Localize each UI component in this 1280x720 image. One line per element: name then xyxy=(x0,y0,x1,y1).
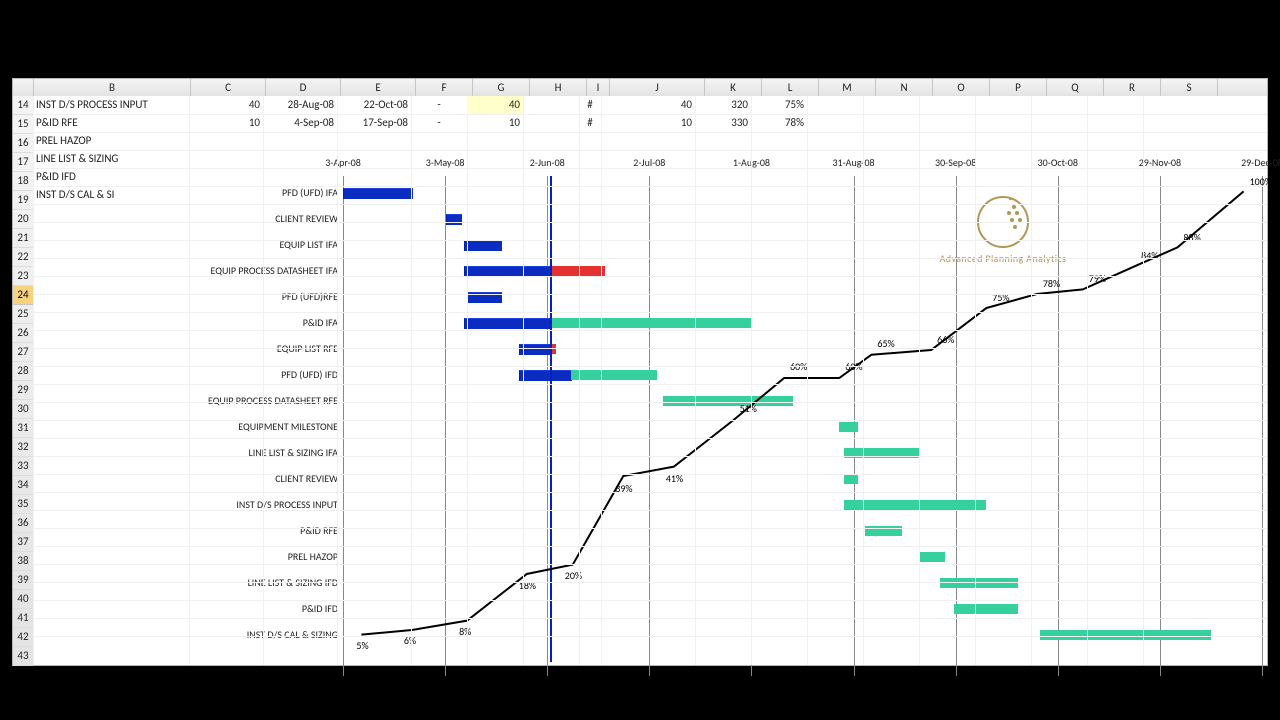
cell-F15[interactable]: - xyxy=(411,114,467,132)
cell-L14[interactable]: 75% xyxy=(751,96,807,114)
row-header-14[interactable]: 14 xyxy=(13,96,33,115)
cell-E14[interactable]: 22-Oct-08 xyxy=(337,96,411,114)
row-header-42[interactable]: 42 xyxy=(13,628,33,647)
column-header-I[interactable]: I xyxy=(587,79,610,96)
spreadsheet-window: BCDEFGHIJKLMNOPQRS 141516171819202122232… xyxy=(12,78,1268,666)
cell-H15[interactable] xyxy=(523,114,579,132)
column-header-Q[interactable]: Q xyxy=(1047,79,1104,96)
cell-I15[interactable]: # xyxy=(579,114,601,132)
row-header-17[interactable]: 17 xyxy=(13,153,33,172)
cell-B15[interactable]: P&ID RFE xyxy=(33,114,189,132)
row-header-27[interactable]: 27 xyxy=(13,343,33,362)
column-header-L[interactable]: L xyxy=(762,79,819,96)
row-header-35[interactable]: 35 xyxy=(13,495,33,514)
cell-E15[interactable]: 17-Sep-08 xyxy=(337,114,411,132)
row-header-31[interactable]: 31 xyxy=(13,419,33,438)
cell-I14[interactable]: # xyxy=(579,96,601,114)
row-header-28[interactable]: 28 xyxy=(13,362,33,381)
row-header-23[interactable]: 23 xyxy=(13,267,33,286)
row-header-33[interactable]: 33 xyxy=(13,457,33,476)
column-header-G[interactable]: G xyxy=(473,79,530,96)
row-header-43[interactable]: 43 xyxy=(13,647,33,666)
row-header-39[interactable]: 39 xyxy=(13,571,33,590)
column-header-C[interactable]: C xyxy=(191,79,266,96)
cell-K15[interactable]: 330 xyxy=(695,114,751,132)
column-header-B[interactable]: B xyxy=(34,79,191,96)
row-header-41[interactable]: 41 xyxy=(13,609,33,628)
cell-F14[interactable]: - xyxy=(411,96,467,114)
row-header-37[interactable]: 37 xyxy=(13,533,33,552)
cell-D14[interactable]: 28-Aug-08 xyxy=(263,96,337,114)
cell-C15[interactable]: 10 xyxy=(189,114,263,132)
row-header-32[interactable]: 32 xyxy=(13,438,33,457)
column-header-J[interactable]: J xyxy=(610,79,705,96)
column-header-E[interactable]: E xyxy=(341,79,416,96)
row-headers[interactable]: 1415161718192021222324252627282930313233… xyxy=(13,96,34,665)
cell-H14[interactable] xyxy=(523,96,579,114)
row-header-21[interactable]: 21 xyxy=(13,229,33,248)
cell-C14[interactable]: 40 xyxy=(189,96,263,114)
column-header-D[interactable]: D xyxy=(266,79,341,96)
cell-G15[interactable]: 10 xyxy=(467,114,523,132)
cell-B16[interactable]: PREL HAZOP xyxy=(33,132,189,150)
row-header-25[interactable]: 25 xyxy=(13,305,33,324)
cell-B18[interactable]: P&ID IFD xyxy=(33,168,189,186)
column-header-F[interactable]: F xyxy=(416,79,473,96)
cell-J15[interactable]: 10 xyxy=(601,114,695,132)
cell-B17[interactable]: LINE LIST & SIZING xyxy=(33,150,189,168)
row-header-29[interactable]: 29 xyxy=(13,381,33,400)
row-header-15[interactable]: 15 xyxy=(13,115,33,134)
column-header-P[interactable]: P xyxy=(990,79,1047,96)
column-header-R[interactable]: R xyxy=(1104,79,1161,96)
row-header-20[interactable]: 20 xyxy=(13,210,33,229)
row-header-26[interactable]: 26 xyxy=(13,324,33,343)
row-header-19[interactable]: 19 xyxy=(13,191,33,210)
select-all-gutter[interactable] xyxy=(13,79,34,96)
row-header-18[interactable]: 18 xyxy=(13,172,33,191)
column-header-N[interactable]: N xyxy=(876,79,933,96)
cell-B19[interactable]: INST D/S CAL & SI xyxy=(33,186,189,204)
column-header-H[interactable]: H xyxy=(530,79,587,96)
cell-L15[interactable]: 78% xyxy=(751,114,807,132)
column-header-S[interactable]: S xyxy=(1161,79,1218,96)
column-header-O[interactable]: O xyxy=(933,79,990,96)
cell-G14[interactable]: 40 xyxy=(467,96,523,114)
cell-J14[interactable]: 40 xyxy=(601,96,695,114)
row-header-40[interactable]: 40 xyxy=(13,590,33,609)
row-header-30[interactable]: 30 xyxy=(13,400,33,419)
column-headers[interactable]: BCDEFGHIJKLMNOPQRS xyxy=(13,79,1267,97)
row-header-34[interactable]: 34 xyxy=(13,476,33,495)
cell-D15[interactable]: 4-Sep-08 xyxy=(263,114,337,132)
row-header-24[interactable]: 24 xyxy=(13,286,33,305)
row-header-22[interactable]: 22 xyxy=(13,248,33,267)
viewport: BCDEFGHIJKLMNOPQRS 141516171819202122232… xyxy=(0,0,1280,720)
cell-K14[interactable]: 320 xyxy=(695,96,751,114)
cell-B14[interactable]: INST D/S PROCESS INPUT xyxy=(33,96,189,114)
grid-body[interactable]: 3-Apr-083-May-082-Jun-082-Jul-081-Aug-08… xyxy=(33,96,1267,665)
column-header-K[interactable]: K xyxy=(705,79,762,96)
row-header-36[interactable]: 36 xyxy=(13,514,33,533)
row-header-16[interactable]: 16 xyxy=(13,134,33,153)
column-header-M[interactable]: M xyxy=(819,79,876,96)
row-header-38[interactable]: 38 xyxy=(13,552,33,571)
